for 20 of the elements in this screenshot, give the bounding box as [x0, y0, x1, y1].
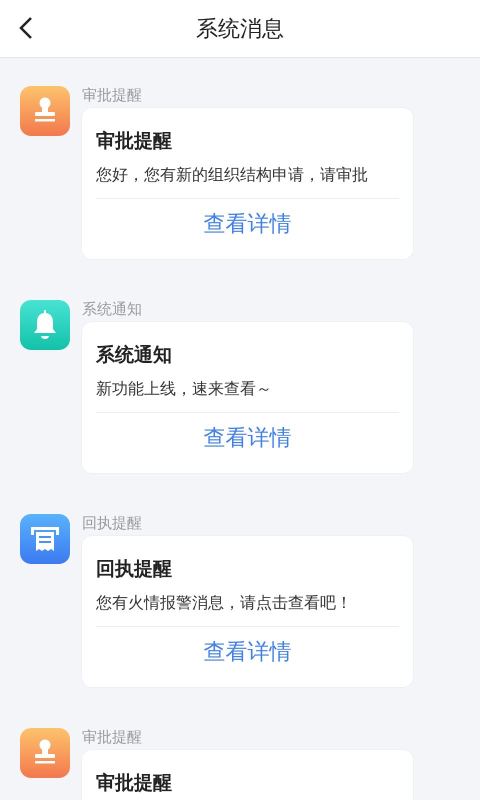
message-title: 系统通知: [96, 343, 173, 368]
page-title: 系统消息: [196, 16, 284, 44]
back-icon: [19, 16, 33, 40]
message-title: 回执提醒: [96, 557, 173, 582]
message-body: 您好，您有新的组织结构申请，请审批: [96, 164, 369, 186]
category-label: 审批提醒: [82, 86, 142, 104]
message-body: 新功能上线，速来查看～: [96, 378, 273, 400]
message-card[interactable]: 回执提醒 您有火情报警消息，请点击查看吧！ 查看详情: [82, 536, 413, 687]
message-card[interactable]: 审批提醒: [82, 750, 413, 800]
category-label: 回执提醒: [82, 514, 142, 532]
view-details-link[interactable]: 查看详情: [96, 413, 399, 473]
view-details-link[interactable]: 查看详情: [96, 199, 399, 259]
view-details-link[interactable]: 查看详情: [96, 627, 399, 687]
message-title: 审批提醒: [96, 129, 173, 154]
message-card[interactable]: 系统通知 新功能上线，速来查看～ 查看详情: [82, 322, 413, 473]
category-label: 审批提醒: [82, 728, 142, 746]
message-body: 您有火情报警消息，请点击查看吧！: [96, 592, 353, 614]
category-label: 系统通知: [82, 300, 142, 318]
message-title: 审批提醒: [96, 771, 173, 796]
message-card[interactable]: 审批提醒 您好，您有新的组织结构申请，请审批 查看详情: [82, 108, 413, 259]
